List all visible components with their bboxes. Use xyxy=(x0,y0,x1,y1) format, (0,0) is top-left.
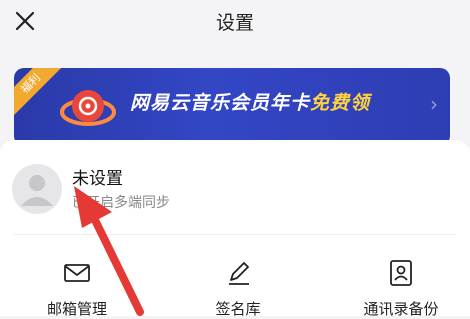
divider xyxy=(14,234,456,235)
banner-tag: 福利 xyxy=(14,68,63,116)
page-title: 设置 xyxy=(215,12,254,34)
music-logo-icon xyxy=(60,90,116,126)
chevron-right-icon: › xyxy=(430,92,438,116)
mail-icon xyxy=(64,264,90,282)
contact-backup-button[interactable]: 通讯录备份 xyxy=(326,258,470,319)
pen-icon xyxy=(229,262,249,285)
signature-library-button[interactable]: 签名库 xyxy=(163,258,313,319)
banner-text-main: 网易云音乐会员年卡 xyxy=(130,92,311,114)
top-bar: 设置 xyxy=(0,0,470,44)
promo-banner[interactable]: 福利 网易云音乐会员年卡免费领 › xyxy=(14,68,450,146)
account-card: 未设置 已开启多端同步 邮箱管理 签名库 通讯录备份 xyxy=(0,140,470,319)
mail-manage-button[interactable]: 邮箱管理 xyxy=(2,258,152,319)
sync-status: 已开启多端同步 xyxy=(72,195,170,211)
contact-backup-icon xyxy=(390,260,412,286)
user-name[interactable]: 未设置 xyxy=(72,164,123,189)
avatar[interactable] xyxy=(12,164,62,214)
banner-text: 网易云音乐会员年卡免费领 xyxy=(130,88,370,115)
banner-text-highlight: 免费领 xyxy=(310,92,371,114)
